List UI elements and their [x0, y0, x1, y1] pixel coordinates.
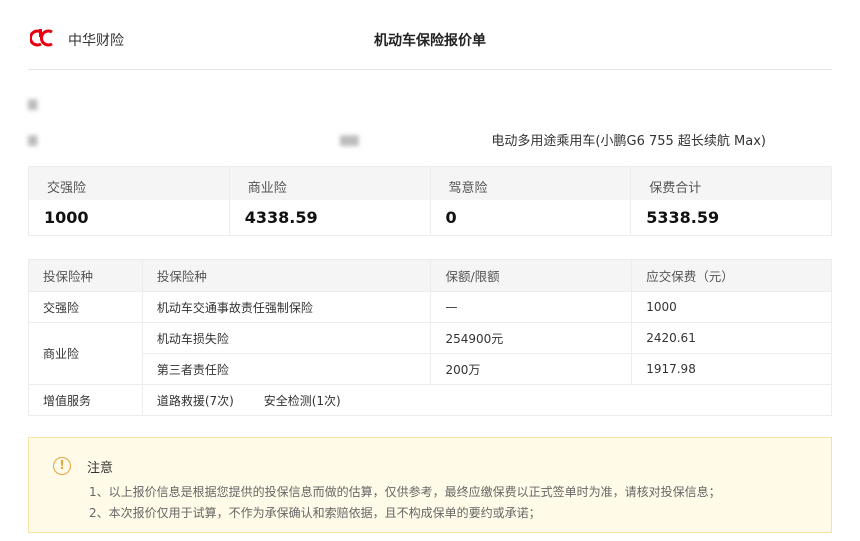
table-row: 商业险 机动车损失险 254900元 2420.61 — [28, 322, 832, 385]
summary-col-commercial: 商业险 4338.59 — [229, 167, 431, 235]
summary-col-total: 保费合计 5338.59 — [631, 167, 831, 235]
warning-icon: ! — [53, 457, 71, 475]
table-row: 交强险 机动车交通事故责任强制保险 — 1000 — [28, 291, 832, 323]
notice-line: 2、本次报价仅用于试算，不作为承保确认和索赔依据，且不构成保单的要约或承诺； — [89, 506, 541, 520]
notice-box: ! 注意 1、以上报价信息是根据您提供的投保信息而做的估算，仅供参考，最终应缴保… — [28, 437, 832, 533]
services-row: 增值服务 道路救援(7次) 安全检测(1次) — [28, 384, 833, 416]
summary-col-accident: 驾意险 0 — [430, 167, 632, 235]
services-cell: 道路救援(7次) 安全检测(1次) — [141, 384, 833, 416]
table-header-row: 投保险种 投保险种 保额/限额 应交保费（元） — [28, 259, 832, 292]
redacted-info: ▆ — [28, 132, 38, 146]
notice-title: 注意 — [87, 461, 114, 476]
summary-col-compulsory: 交强险 1000 — [29, 167, 230, 235]
vehicle-description: 电动多用途乘用车(小鹏G6 755 超长续航 Max) — [491, 134, 766, 149]
redacted-field: ▆▆ — [340, 132, 359, 146]
redacted-name: ▆ — [28, 96, 38, 110]
coverage-table: 投保险种 投保险种 保额/限额 应交保费（元） 交强险 机动车交通事故责任强制保… — [28, 259, 833, 416]
service-item: 道路救援(7次) — [156, 393, 234, 408]
notice-line: 1、以上报价信息是根据您提供的投保信息而做的估算，仅供参考，最终应缴保费以正式签… — [89, 485, 721, 499]
page-title: 机动车保险报价单 — [374, 33, 486, 49]
premium-summary: 交强险 1000 商业险 4338.59 驾意险 0 保费合计 5338.59 — [28, 166, 832, 236]
page-header: 中华财险 机动车保险报价单 — [28, 24, 832, 70]
service-item: 安全检测(1次) — [263, 393, 341, 408]
table-row: 第三者责任险 200万 1917.98 — [29, 353, 832, 385]
